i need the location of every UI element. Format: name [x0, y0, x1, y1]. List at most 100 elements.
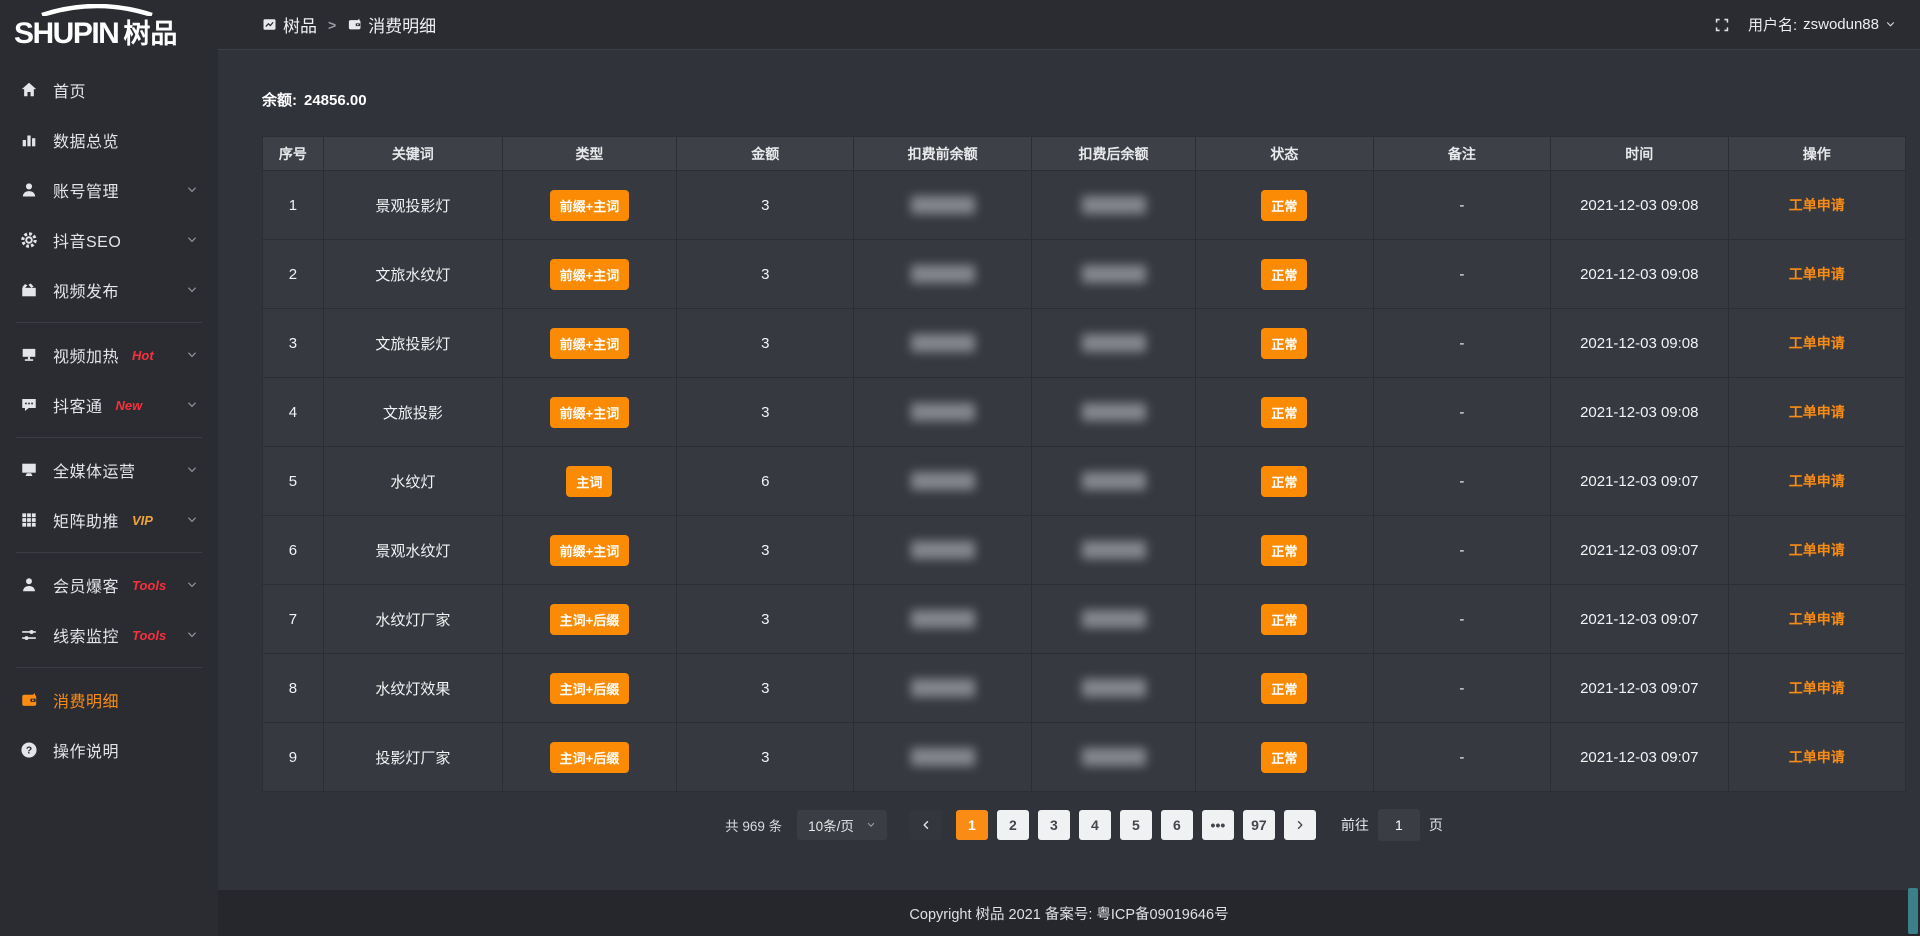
- sidebar-item-lead-monitor[interactable]: 线索监控Tools: [0, 610, 218, 660]
- breadcrumb-item-root[interactable]: 树品: [262, 12, 317, 37]
- amount-cell: 3: [677, 585, 854, 654]
- blurred-value: [911, 334, 975, 352]
- time-cell: 2021-12-03 09:08: [1551, 240, 1728, 309]
- page-button-4[interactable]: 4: [1079, 810, 1111, 840]
- next-page-button[interactable]: [1284, 810, 1316, 840]
- balance-before-cell: [854, 240, 1031, 309]
- page-button-97[interactable]: 97: [1243, 810, 1275, 840]
- sidebar-item-data-overview[interactable]: 数据总览: [0, 115, 218, 165]
- prev-page-button[interactable]: [910, 810, 942, 840]
- blurred-value: [1082, 610, 1146, 628]
- sidebar-item-home[interactable]: 首页: [0, 65, 218, 115]
- blurred-value: [911, 265, 975, 283]
- note-cell: -: [1373, 240, 1550, 309]
- status-cell: 正常: [1196, 516, 1373, 585]
- sidebar-item-douketong[interactable]: 抖客通New: [0, 380, 218, 430]
- page-button-3[interactable]: 3: [1038, 810, 1070, 840]
- type-badge: 前缀+主词: [550, 328, 630, 359]
- status-cell: 正常: [1196, 723, 1373, 792]
- time-cell: 2021-12-03 09:08: [1551, 171, 1728, 240]
- seq-cell: 1: [263, 171, 324, 240]
- ticket-request-link[interactable]: 工单申请: [1789, 197, 1845, 213]
- member-icon: [20, 576, 38, 594]
- balance-value: 24856.00: [304, 92, 367, 109]
- keyword-cell: 文旅水纹灯: [323, 240, 502, 309]
- page-button-6[interactable]: 6: [1161, 810, 1193, 840]
- user-icon: [20, 181, 38, 199]
- balance-after-cell: [1031, 240, 1195, 309]
- sidebar-item-label: 消费明细: [53, 688, 119, 712]
- action-cell: 工单申请: [1728, 309, 1906, 378]
- page-ellipsis-button[interactable]: •••: [1202, 810, 1234, 840]
- chevron-down-icon: [186, 514, 198, 526]
- page-button-1[interactable]: 1: [956, 810, 988, 840]
- blurred-value: [1082, 334, 1146, 352]
- status-badge: 正常: [1261, 328, 1307, 359]
- sidebar-item-label: 视频发布: [53, 278, 119, 302]
- column-header-0: 序号: [263, 137, 324, 171]
- sidebar-item-all-media-operation[interactable]: 全媒体运营: [0, 445, 218, 495]
- balance-before-cell: [854, 447, 1031, 516]
- note-cell: -: [1373, 723, 1550, 792]
- ticket-request-link[interactable]: 工单申请: [1789, 335, 1845, 351]
- sidebar-item-tag: Hot: [132, 348, 154, 363]
- ticket-request-link[interactable]: 工单申请: [1789, 473, 1845, 489]
- status-badge: 正常: [1261, 466, 1307, 497]
- ticket-request-link[interactable]: 工单申请: [1789, 680, 1845, 696]
- sidebar-item-label: 操作说明: [53, 738, 119, 762]
- balance-before-cell: [854, 309, 1031, 378]
- page-button-5[interactable]: 5: [1120, 810, 1152, 840]
- time-cell: 2021-12-03 09:08: [1551, 309, 1728, 378]
- amount-cell: 3: [677, 309, 854, 378]
- balance-before-cell: [854, 516, 1031, 585]
- sidebar-item-consumption-detail[interactable]: 消费明细: [0, 675, 218, 725]
- sidebar: SHUPIN树品 首页数据总览账号管理抖音SEO 视频发布视频加热Hot抖客通Ne…: [0, 0, 218, 936]
- logo-text-cn: 树品: [123, 19, 177, 49]
- type-badge: 主词+后缀: [550, 742, 630, 773]
- page-size-select[interactable]: 10条/页: [797, 810, 887, 840]
- ticket-request-link[interactable]: 工单申请: [1789, 404, 1845, 420]
- column-header-3: 金额: [677, 137, 854, 171]
- fullscreen-icon[interactable]: [1714, 17, 1730, 33]
- sidebar-item-label: 账号管理: [53, 178, 119, 202]
- keyword-cell: 景观投影灯: [323, 171, 502, 240]
- sidebar-item-matrix-boost[interactable]: 矩阵助推VIP: [0, 495, 218, 545]
- breadcrumb: 树品 > 消费明细: [262, 12, 436, 37]
- ticket-request-link[interactable]: 工单申请: [1789, 542, 1845, 558]
- sidebar-item-account-management[interactable]: 账号管理: [0, 165, 218, 215]
- status-badge: 正常: [1261, 742, 1307, 773]
- menu-divider: [16, 437, 202, 438]
- user-menu[interactable]: 用户名: zswodun88: [1748, 14, 1896, 35]
- sidebar-item-douyin-seo[interactable]: 抖音SEO: [0, 215, 218, 265]
- column-header-4: 扣费前余额: [854, 137, 1031, 171]
- time-cell: 2021-12-03 09:07: [1551, 447, 1728, 516]
- sidebar-item-video-publish[interactable]: 视频发布: [0, 265, 218, 315]
- amount-cell: 3: [677, 240, 854, 309]
- balance-before-cell: [854, 171, 1031, 240]
- table-row: 6景观水纹灯前缀+主词3正常-2021-12-03 09:07工单申请: [263, 516, 1906, 585]
- ticket-request-link[interactable]: 工单申请: [1789, 266, 1845, 282]
- chevron-down-icon: [1885, 19, 1896, 30]
- goto-label: 前往: [1341, 815, 1369, 835]
- app-logo: SHUPIN树品: [0, 0, 218, 51]
- page-button-2[interactable]: 2: [997, 810, 1029, 840]
- sidebar-item-label: 首页: [53, 78, 86, 102]
- sidebar-item-member-burst[interactable]: 会员爆客Tools: [0, 560, 218, 610]
- column-header-1: 关键词: [323, 137, 502, 171]
- chevron-down-icon: [866, 820, 876, 830]
- sidebar-item-operation-guide[interactable]: ?操作说明: [0, 725, 218, 775]
- floating-widget[interactable]: [1908, 888, 1918, 934]
- goto-page-input[interactable]: [1378, 809, 1420, 841]
- action-cell: 工单申请: [1728, 240, 1906, 309]
- seq-cell: 9: [263, 723, 324, 792]
- ticket-request-link[interactable]: 工单申请: [1789, 611, 1845, 627]
- table-row: 1景观投影灯前缀+主词3正常-2021-12-03 09:08工单申请: [263, 171, 1906, 240]
- balance-after-cell: [1031, 378, 1195, 447]
- status-cell: 正常: [1196, 447, 1373, 516]
- action-cell: 工单申请: [1728, 378, 1906, 447]
- seq-cell: 5: [263, 447, 324, 516]
- balance: 余额:24856.00: [262, 89, 1906, 110]
- balance-after-cell: [1031, 171, 1195, 240]
- ticket-request-link[interactable]: 工单申请: [1789, 749, 1845, 765]
- sidebar-item-video-heating[interactable]: 视频加热Hot: [0, 330, 218, 380]
